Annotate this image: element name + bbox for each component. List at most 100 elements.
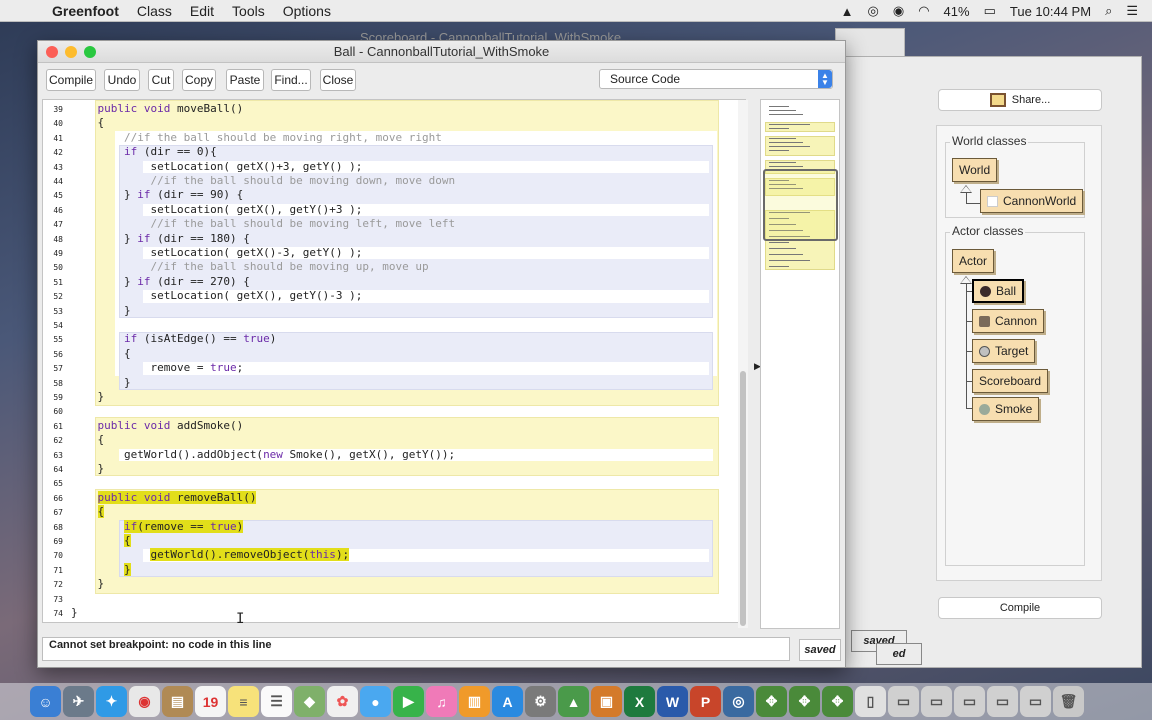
contacts-icon[interactable]: ▤ — [162, 686, 193, 717]
compile-button[interactable]: Compile — [46, 69, 96, 91]
clock[interactable]: Tue 10:44 PM — [1010, 4, 1091, 19]
line-number: 43 — [53, 162, 63, 172]
zoom-window-icon[interactable] — [84, 46, 96, 58]
window-thumbnail-icon-2[interactable]: ▭ — [921, 686, 952, 717]
excel-icon[interactable]: X — [624, 686, 655, 717]
reminders-icon[interactable]: ☰ — [261, 686, 292, 717]
word-icon[interactable]: W — [657, 686, 688, 717]
minimize-window-icon[interactable] — [65, 46, 77, 58]
smoke-class[interactable]: Smoke — [972, 397, 1040, 421]
editor-title: Ball - CannonballTutorial_WithSmoke — [333, 44, 550, 59]
code-line: if(remove == true) — [123, 519, 244, 533]
ball-image-icon — [980, 285, 991, 297]
window-thumbnail-icon-4[interactable]: ▭ — [987, 686, 1018, 717]
app-store-icon[interactable]: A — [492, 686, 523, 717]
safari-icon[interactable]: ✦ — [96, 686, 127, 717]
menu-class[interactable]: Class — [137, 3, 172, 19]
trash-icon[interactable]: 🗑 — [1053, 686, 1084, 717]
status-bar: Cannot set breakpoint: no code in this l… — [42, 637, 790, 661]
record-icon[interactable]: ◉ — [893, 3, 904, 19]
messages-icon[interactable]: ● — [360, 686, 391, 717]
photos-icon[interactable]: ✿ — [327, 686, 358, 717]
find-button[interactable]: Find... — [271, 69, 311, 91]
scrollbar-thumb[interactable] — [740, 371, 746, 626]
wifi-icon[interactable]: ◠ — [918, 3, 929, 19]
maps-icon[interactable]: ◆ — [294, 686, 325, 717]
toolbox-icon[interactable]: ▣ — [591, 686, 622, 717]
copy-button[interactable]: Copy — [182, 69, 216, 91]
greenfoot-icon-2[interactable]: ✥ — [789, 686, 820, 717]
undo-button[interactable]: Undo — [104, 69, 140, 91]
actor-class[interactable]: Actor — [952, 249, 995, 273]
code-line: remove = true; — [150, 361, 244, 375]
menu-edit[interactable]: Edit — [190, 3, 214, 19]
line-number: 55 — [53, 335, 63, 345]
notes-icon[interactable]: ≡ — [228, 686, 259, 717]
line-number: 52 — [53, 292, 63, 302]
editor-titlebar[interactable]: Ball - CannonballTutorial_WithSmoke — [38, 41, 845, 63]
greenfoot-main-window: Share... World classes World CannonWorld… — [845, 56, 1142, 668]
code-line: setLocation( getX()+3, getY() ); — [150, 159, 363, 173]
menu-tools[interactable]: Tools — [232, 3, 265, 19]
greenfoot-compile-button[interactable]: Compile — [938, 597, 1102, 619]
itunes-icon[interactable]: ♫ — [426, 686, 457, 717]
list-icon[interactable]: ☰ — [1126, 3, 1138, 19]
screen-recorder-icon[interactable]: ◎ — [723, 686, 754, 717]
calendar-icon[interactable]: 19 — [195, 686, 226, 717]
chrome-icon[interactable]: ◉ — [129, 686, 160, 717]
close-button[interactable]: Close — [320, 69, 356, 91]
editor-toolbar: Compile Undo Cut Copy Paste Find... Clos… — [38, 64, 845, 98]
google-drive-icon[interactable]: ▲ — [558, 686, 589, 717]
powerpoint-icon[interactable]: P — [690, 686, 721, 717]
view-select[interactable]: Source Code ▲ ▼ — [599, 69, 833, 89]
window-thumbnail-icon[interactable]: ▭ — [888, 686, 919, 717]
search-icon[interactable]: ⌕ — [1105, 3, 1112, 19]
document-icon[interactable]: ▯ — [855, 686, 886, 717]
code-editor[interactable]: 39 40 41 42 43 44 45 46 47 48 49 50 51 52 53 54 55 56 57 58… — [42, 99, 746, 623]
minimap-line — [769, 242, 789, 243]
menu-options[interactable]: Options — [283, 3, 331, 19]
window-thumbnail-icon-5[interactable]: ▭ — [1020, 686, 1051, 717]
minimap-line — [769, 124, 810, 125]
ibooks-icon[interactable]: ▥ — [459, 686, 490, 717]
creative-cloud-icon[interactable]: ◎ — [868, 3, 879, 19]
system-preferences-icon[interactable]: ⚙ — [525, 686, 556, 717]
battery-icon[interactable]: ▭ — [984, 3, 996, 19]
line-number: 67 — [53, 508, 63, 518]
line-number-gutter: 39 40 41 42 43 44 45 46 47 48 49 50 51 52 53 54 55 56 57 58… — [43, 100, 65, 622]
minimap-line — [769, 248, 796, 249]
minimap-line — [769, 150, 789, 151]
battery-text[interactable]: 41% — [944, 4, 970, 19]
line-number: 72 — [53, 580, 63, 590]
paste-button[interactable]: Paste — [226, 69, 264, 91]
ball-class[interactable]: Ball — [972, 279, 1025, 303]
launchpad-icon[interactable]: ✈ — [63, 686, 94, 717]
world-class[interactable]: World — [952, 158, 998, 182]
window-thumbnail-icon-3[interactable]: ▭ — [954, 686, 985, 717]
target-class[interactable]: Target — [972, 339, 1036, 363]
scoreboard-class[interactable]: Scoreboard — [972, 369, 1049, 393]
cannonworld-class[interactable]: CannonWorld — [980, 189, 1084, 213]
greenfoot-icon-3[interactable]: ✥ — [822, 686, 853, 717]
target-label: Target — [995, 344, 1029, 358]
app-menu[interactable]: Greenfoot — [52, 3, 119, 19]
facetime-icon[interactable]: ▶ — [393, 686, 424, 717]
drive-icon[interactable]: ▲ — [841, 4, 854, 19]
close-window-icon[interactable] — [46, 46, 58, 58]
cannon-class[interactable]: Cannon — [972, 309, 1045, 333]
code-line: { — [123, 346, 131, 360]
text-cursor-icon: I — [236, 611, 245, 627]
share-button[interactable]: Share... — [938, 89, 1102, 111]
code-line: //if the ball should be moving left, mov… — [150, 217, 456, 231]
line-number: 51 — [53, 277, 63, 287]
minimap-line — [769, 260, 810, 261]
finder-icon[interactable]: ☺ — [30, 686, 61, 717]
line-number: 45 — [53, 191, 63, 201]
minimap-line — [769, 106, 789, 107]
minimap-viewport[interactable] — [763, 169, 838, 241]
greenfoot-icon[interactable]: ✥ — [756, 686, 787, 717]
cut-button[interactable]: Cut — [148, 69, 174, 91]
code-line: getWorld().addObject(new Smoke(), getX()… — [123, 447, 456, 461]
saved-badge: saved — [799, 639, 841, 661]
line-number: 58 — [53, 378, 63, 388]
